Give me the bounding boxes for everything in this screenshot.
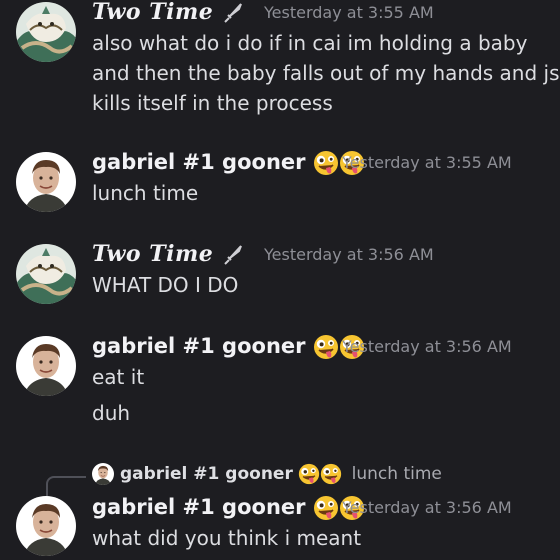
username[interactable]: Two Time (92, 0, 245, 25)
avatar[interactable] (16, 496, 76, 556)
dagger-icon (221, 243, 245, 267)
avatar[interactable] (16, 336, 76, 396)
zany-face-icon (313, 150, 339, 176)
timestamp: Yesterday at 3:56 AM (264, 245, 434, 264)
avatar[interactable] (16, 244, 76, 304)
username-text[interactable]: Two Time (92, 241, 213, 267)
message-text: and then the baby falls out of my hands … (92, 61, 560, 85)
timestamp: Yesterday at 3:55 AM (342, 153, 512, 172)
avatar[interactable] (16, 152, 76, 212)
message-text: eat it (92, 365, 145, 389)
zany-face-icon (298, 463, 321, 485)
dagger-icon (221, 1, 245, 25)
message-text: duh (92, 401, 131, 425)
timestamp: Yesterday at 3:55 AM (264, 3, 434, 22)
username-text[interactable]: Two Time (92, 0, 213, 25)
zany-face-icon (313, 334, 339, 360)
reply-text[interactable]: lunch time (352, 464, 442, 484)
reply-author[interactable]: gabriel #1 gooner (120, 464, 293, 484)
timestamp: Yesterday at 3:56 AM (342, 498, 512, 517)
username[interactable]: gabriel #1 gooner (92, 333, 365, 360)
username-text[interactable]: gabriel #1 gooner (92, 334, 306, 358)
reply-avatar (92, 463, 114, 485)
username-text[interactable]: gabriel #1 gooner (92, 495, 306, 519)
username[interactable]: gabriel #1 gooner (92, 149, 365, 176)
message-text: WHAT DO I DO (92, 273, 239, 297)
zany-face-icon (320, 463, 343, 485)
message-text: also what do i do if in cai im holding a… (92, 31, 528, 55)
message-text: what did you think i meant (92, 526, 362, 550)
avatar[interactable] (16, 2, 76, 62)
reply-preview[interactable]: gabriel #1 gooner lunch time (92, 462, 442, 486)
timestamp: Yesterday at 3:56 AM (342, 337, 512, 356)
message-text: lunch time (92, 181, 199, 205)
message-text: kills itself in the process (92, 91, 333, 115)
username-text[interactable]: gabriel #1 gooner (92, 150, 306, 174)
username[interactable]: Two Time (92, 241, 245, 267)
username[interactable]: gabriel #1 gooner (92, 494, 365, 521)
zany-face-icon (313, 495, 339, 521)
